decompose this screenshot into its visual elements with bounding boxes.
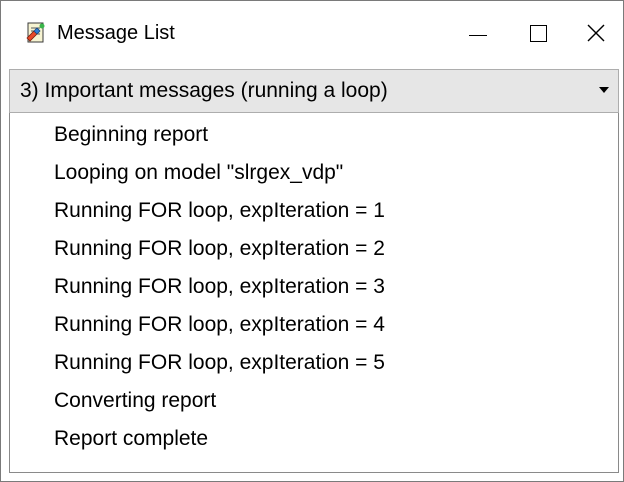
title-bar[interactable]: Message List (1, 1, 623, 65)
message-list-window: Message List 3) Important messages (runn… (0, 0, 624, 482)
message-filter-dropdown[interactable]: 3) Important messages (running a loop) (9, 69, 619, 113)
maximize-icon (529, 24, 547, 42)
list-item[interactable]: Running FOR loop, expIteration = 2 (54, 235, 385, 263)
list-item[interactable]: Running FOR loop, expIteration = 5 (54, 349, 385, 377)
list-item[interactable]: Running FOR loop, expIteration = 3 (54, 273, 385, 301)
window-title: Message List (57, 22, 175, 44)
list-item[interactable]: Report complete (54, 425, 208, 453)
maximize-button[interactable] (508, 1, 568, 65)
list-item[interactable]: Beginning report (54, 121, 208, 149)
minimize-button[interactable] (448, 1, 508, 65)
message-list[interactable]: Beginning report Looping on model "slrge… (9, 113, 619, 473)
chevron-down-icon (599, 87, 609, 93)
list-item[interactable]: Looping on model "slrgex_vdp" (54, 159, 343, 187)
close-button[interactable] (566, 1, 624, 65)
close-icon (587, 24, 605, 42)
list-item[interactable]: Converting report (54, 387, 216, 415)
list-item[interactable]: Running FOR loop, expIteration = 1 (54, 197, 385, 225)
list-item[interactable]: Running FOR loop, expIteration = 4 (54, 311, 385, 339)
minimize-icon (469, 34, 487, 36)
report-icon (26, 22, 45, 43)
dropdown-selected-value: 3) Important messages (running a loop) (20, 79, 388, 102)
